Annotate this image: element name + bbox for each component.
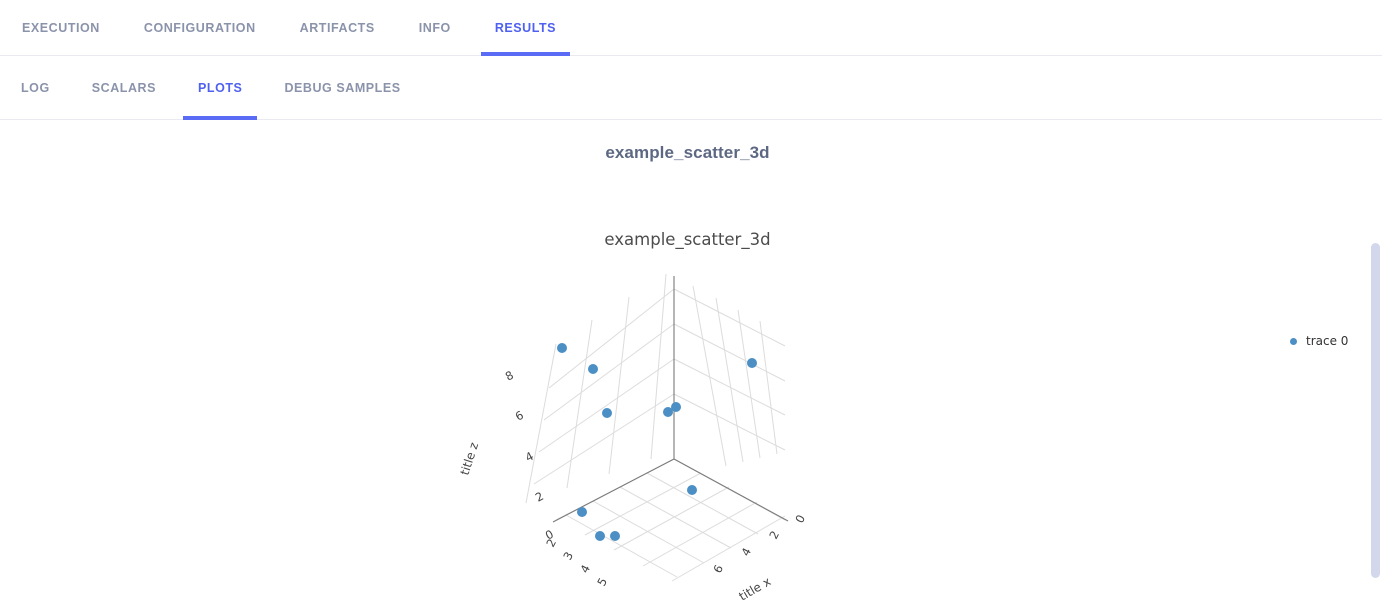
tab-scalars-label: SCALARS <box>91 81 157 95</box>
tab-results[interactable]: RESULTS <box>473 0 578 56</box>
data-point[interactable] <box>663 407 673 417</box>
plotly-figure[interactable]: example_scatter_3d 8 6 4 2 0 title z 2 3… <box>0 176 1375 606</box>
figure-title: example_scatter_3d <box>604 230 771 249</box>
tab-configuration-label: CONFIGURATION <box>143 21 256 35</box>
data-point[interactable] <box>577 507 587 517</box>
tab-execution-label: EXECUTION <box>22 21 100 35</box>
data-point[interactable] <box>602 408 612 418</box>
tab-artifacts-label: ARTIFACTS <box>299 21 375 35</box>
left-wall-grid <box>525 273 675 504</box>
y-tick-4: 4 <box>577 562 593 575</box>
right-wall-grid <box>673 285 786 467</box>
z-axis-ticks: 8 6 4 2 0 <box>503 368 556 543</box>
data-point[interactable] <box>687 485 697 495</box>
tab-log[interactable]: LOG <box>0 56 71 120</box>
trace-0-markers[interactable] <box>557 343 757 541</box>
legend-marker-icon <box>1290 337 1297 345</box>
tab-log-label: LOG <box>21 81 50 95</box>
legend-entry-trace-0[interactable]: trace 0 <box>1306 334 1348 348</box>
tab-info-label: INFO <box>418 21 451 35</box>
x-axis-title: title x <box>737 574 774 603</box>
tab-scalars[interactable]: SCALARS <box>71 56 177 120</box>
vertical-scrollbar-track[interactable] <box>1369 121 1382 606</box>
data-point[interactable] <box>747 358 757 368</box>
z-tick-6: 6 <box>513 408 526 424</box>
y-axis-ticks: 2 3 4 5 <box>543 536 610 588</box>
x-tick-2: 2 <box>766 528 782 541</box>
x-tick-0: 0 <box>792 512 808 525</box>
scatter3d-svg: 8 6 4 2 0 title z 2 3 4 5 0 2 4 6 title … <box>458 273 808 604</box>
tab-debug-samples-label: DEBUG SAMPLES <box>284 81 401 95</box>
data-point[interactable] <box>595 531 605 541</box>
secondary-tabbar: LOG SCALARS PLOTS DEBUG SAMPLES <box>0 56 1382 120</box>
floor-grid <box>555 458 786 582</box>
primary-tab-list: EXECUTION CONFIGURATION ARTIFACTS INFO R… <box>0 0 1382 56</box>
plot-card-title: example_scatter_3d <box>605 143 770 162</box>
data-point[interactable] <box>557 343 567 353</box>
tab-artifacts[interactable]: ARTIFACTS <box>278 0 397 56</box>
secondary-tab-list: LOG SCALARS PLOTS DEBUG SAMPLES <box>0 56 1382 120</box>
data-point[interactable] <box>588 364 598 374</box>
z-tick-2: 2 <box>533 489 546 505</box>
x-tick-6: 6 <box>710 562 726 575</box>
tab-configuration[interactable]: CONFIGURATION <box>122 0 278 56</box>
scatter3d-scene[interactable]: 8 6 4 2 0 title z 2 3 4 5 0 2 4 6 title … <box>440 273 860 606</box>
tab-execution[interactable]: EXECUTION <box>0 0 122 56</box>
tab-info[interactable]: INFO <box>397 0 473 56</box>
tab-plots-label: PLOTS <box>198 81 243 95</box>
tab-results-label: RESULTS <box>494 21 557 35</box>
chart-legend[interactable]: trace 0 <box>1280 334 1348 348</box>
y-tick-3: 3 <box>560 549 576 562</box>
z-axis-title: title z <box>458 441 482 477</box>
x-tick-4: 4 <box>738 545 754 558</box>
tab-debug-samples[interactable]: DEBUG SAMPLES <box>263 56 421 120</box>
x-axis-ticks: 0 2 4 6 <box>710 512 808 575</box>
vertical-scrollbar-thumb[interactable] <box>1371 243 1380 578</box>
z-tick-8: 8 <box>503 368 516 384</box>
data-point[interactable] <box>610 531 620 541</box>
y-tick-5: 5 <box>594 575 610 588</box>
primary-tabbar: EXECUTION CONFIGURATION ARTIFACTS INFO R… <box>0 0 1382 56</box>
plots-content-area: example_scatter_3d example_scatter_3d 8 … <box>0 121 1382 606</box>
tab-plots[interactable]: PLOTS <box>177 56 263 120</box>
